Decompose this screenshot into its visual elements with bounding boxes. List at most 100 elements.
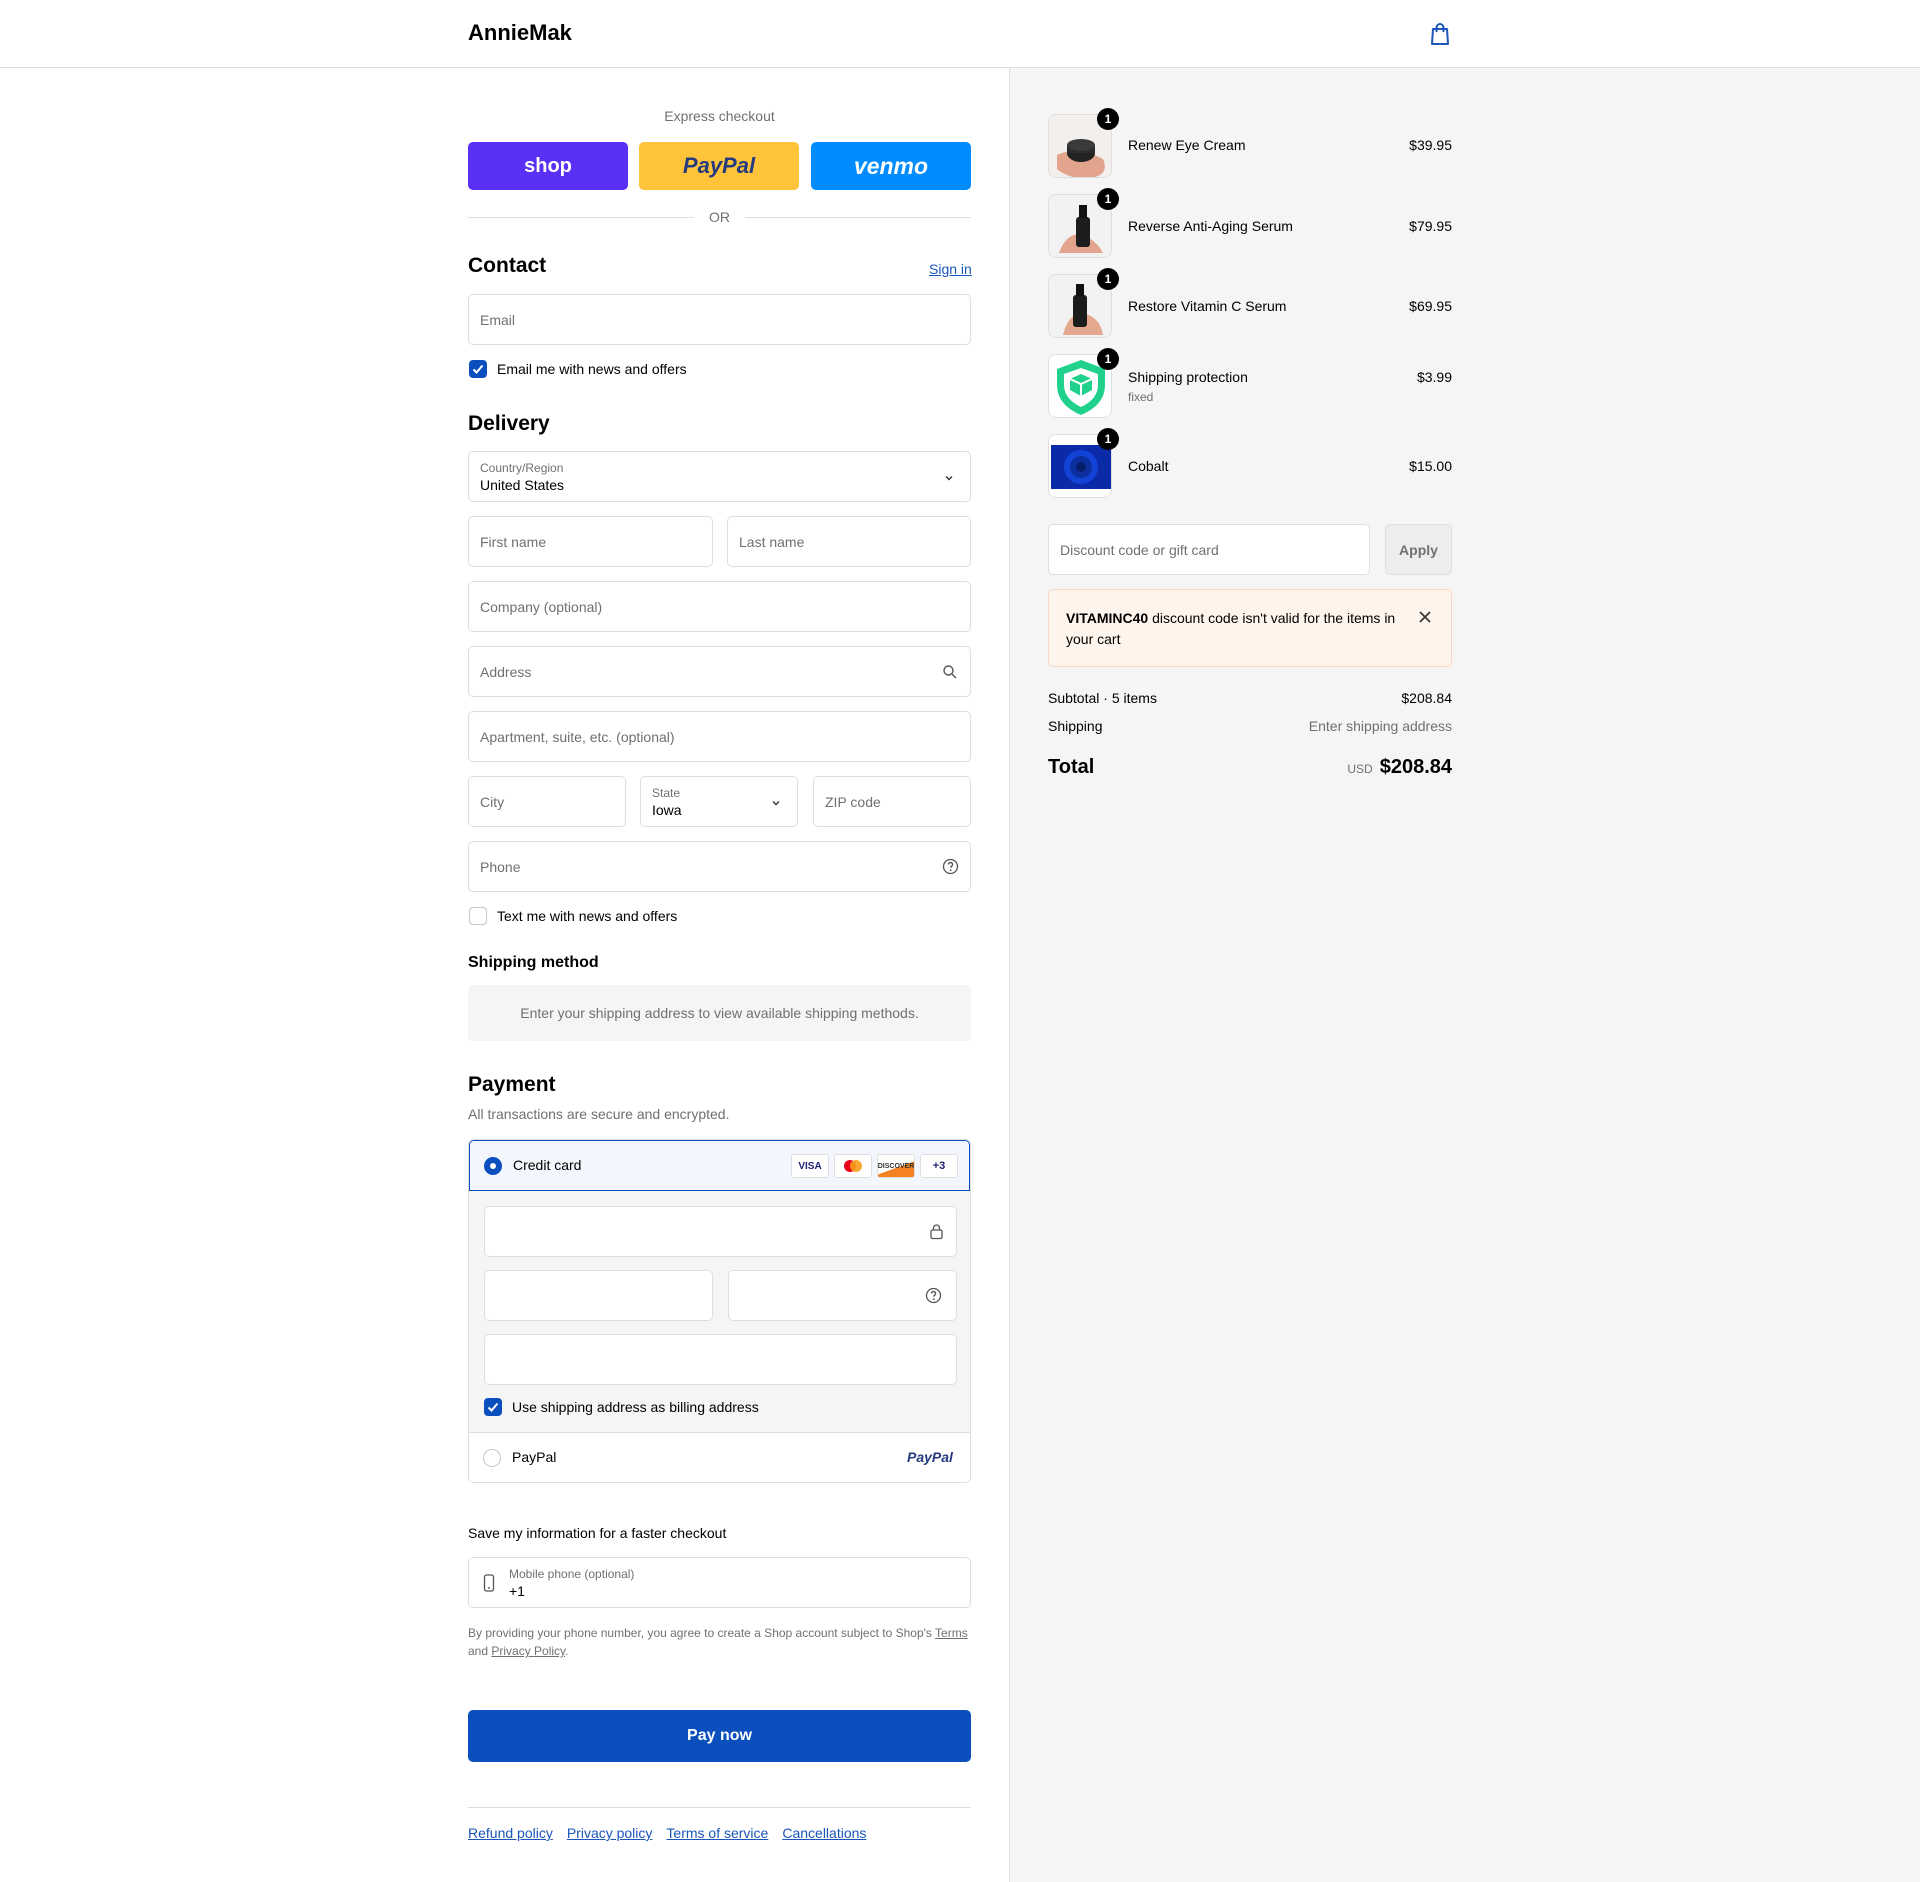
paypal-radio[interactable] <box>483 1449 501 1467</box>
item-name: Restore Vitamin C Serum <box>1128 298 1287 314</box>
state-select[interactable]: State Iowa <box>640 776 798 827</box>
express-checkout-title: Express checkout <box>664 108 775 124</box>
quantity-badge: 1 <box>1097 108 1119 130</box>
close-icon[interactable] <box>1418 610 1432 624</box>
shop-pay-button[interactable]: shop <box>468 142 628 190</box>
item-name: Shipping protection <box>1128 369 1248 385</box>
privacy-policy-link[interactable]: Privacy Policy <box>491 1644 565 1658</box>
security-code-field[interactable] <box>728 1270 957 1321</box>
email-placeholder: Email <box>480 312 516 328</box>
payment-subtitle: All transactions are secure and encrypte… <box>468 1106 730 1122</box>
payment-heading: Payment <box>468 1073 556 1096</box>
state-value: Iowa <box>652 802 682 818</box>
quantity-badge: 1 <box>1097 348 1119 370</box>
store-logo[interactable]: AnnieMak <box>468 20 572 46</box>
venmo-label: venmo <box>853 152 929 179</box>
cancellations-link[interactable]: Cancellations <box>782 1825 866 1841</box>
sign-in-link[interactable]: Sign in <box>929 261 972 277</box>
check-icon <box>487 1402 499 1412</box>
shipping-value: Enter shipping address <box>1308 718 1452 734</box>
mobile-phone-field[interactable]: Mobile phone (optional) +1 <box>468 1557 971 1608</box>
item-name: Reverse Anti-Aging Serum <box>1128 218 1293 234</box>
paypal-option[interactable]: PayPal PayPal <box>469 1433 970 1482</box>
country-value: United States <box>480 477 565 493</box>
subtotal-value: $208.84 <box>1401 690 1452 706</box>
mobile-phone-label: Mobile phone (optional) <box>509 1567 635 1581</box>
chevron-down-icon <box>772 801 780 806</box>
text-news-label: Text me with news and offers <box>497 908 678 924</box>
pay-now-button[interactable]: Pay now <box>468 1710 971 1762</box>
pay-now-label: Pay now <box>687 1727 752 1744</box>
paypal-express-button[interactable]: PayPal <box>639 142 799 190</box>
chevron-down-icon <box>945 476 953 481</box>
expiration-date-field[interactable] <box>484 1270 713 1321</box>
subtotal-label: Subtotal · 5 items <box>1048 690 1157 706</box>
paypal-logo: PayPal <box>907 1449 953 1465</box>
mastercard-icon <box>834 1154 872 1178</box>
apply-discount-button[interactable]: Apply <box>1385 524 1452 575</box>
apartment-field[interactable]: Apartment, suite, etc. (optional) <box>468 711 971 762</box>
shop-pay-label: shop <box>524 154 572 177</box>
discount-error-message: VITAMINC40 discount code isn't valid for… <box>1066 608 1396 650</box>
zip-field[interactable]: ZIP code <box>813 776 971 827</box>
footer-divider <box>468 1807 971 1808</box>
discount-code-field[interactable]: Discount code or gift card <box>1048 524 1370 575</box>
discount-error-banner: VITAMINC40 discount code isn't valid for… <box>1048 589 1452 667</box>
save-info-title: Save my information for a faster checkou… <box>468 1525 727 1541</box>
country-label: Country/Region <box>480 461 564 475</box>
quantity-badge: 1 <box>1097 268 1119 290</box>
card-number-field[interactable] <box>484 1206 957 1257</box>
first-name-field[interactable]: First name <box>468 516 713 567</box>
quantity-badge: 1 <box>1097 188 1119 210</box>
country-select[interactable]: Country/Region United States <box>468 451 971 502</box>
terms-link[interactable]: Terms <box>935 1626 968 1640</box>
or-divider: OR <box>468 207 971 227</box>
item-variant: fixed <box>1128 390 1154 404</box>
error-code: VITAMINC40 <box>1066 610 1149 626</box>
state-label: State <box>652 786 681 800</box>
credit-card-radio[interactable] <box>484 1157 502 1175</box>
help-icon[interactable] <box>925 1287 942 1304</box>
email-news-checkbox[interactable] <box>469 360 487 378</box>
credit-card-option[interactable]: Credit card VISA DISCOVER +3 <box>469 1140 970 1191</box>
billing-address-label: Use shipping address as billing address <box>512 1399 759 1415</box>
privacy-policy-footer-link[interactable]: Privacy policy <box>567 1825 653 1841</box>
legal-text: By providing your phone number, you agre… <box>468 1626 936 1640</box>
discover-icon: DISCOVER <box>877 1154 915 1178</box>
billing-address-checkbox[interactable] <box>484 1398 502 1416</box>
credit-card-label: Credit card <box>513 1157 582 1173</box>
total-value: $208.84 <box>1379 756 1452 778</box>
shopping-bag-icon[interactable] <box>1429 22 1451 46</box>
first-name-placeholder: First name <box>480 534 547 550</box>
header: AnnieMak <box>0 0 1920 68</box>
delivery-heading: Delivery <box>468 412 550 435</box>
name-on-card-field[interactable] <box>484 1334 957 1385</box>
mobile-phone-value: +1 <box>509 1583 525 1599</box>
address-field[interactable]: Address <box>468 646 971 697</box>
help-icon[interactable] <box>942 858 959 875</box>
shop-legal-text: By providing your phone number, you agre… <box>468 1624 971 1660</box>
venmo-button[interactable]: venmo <box>811 142 971 190</box>
phone-field[interactable]: Phone <box>468 841 971 892</box>
shipping-method-notice: Enter your shipping address to view avai… <box>468 985 971 1041</box>
item-price: $69.95 <box>1409 298 1452 314</box>
city-field[interactable]: City <box>468 776 626 827</box>
terms-of-service-link[interactable]: Terms of service <box>666 1825 768 1841</box>
last-name-placeholder: Last name <box>739 534 805 550</box>
company-placeholder: Company (optional) <box>480 599 603 615</box>
shipping-method-message: Enter your shipping address to view avai… <box>520 1005 919 1021</box>
company-field[interactable]: Company (optional) <box>468 581 971 632</box>
refund-policy-link[interactable]: Refund policy <box>468 1825 553 1841</box>
mobile-phone-icon <box>483 1574 495 1592</box>
last-name-field[interactable]: Last name <box>727 516 971 567</box>
email-field[interactable]: Email <box>468 294 971 345</box>
item-price: $79.95 <box>1409 218 1452 234</box>
item-name: Cobalt <box>1128 458 1169 474</box>
discount-code-placeholder: Discount code or gift card <box>1060 542 1219 558</box>
paypal-option-label: PayPal <box>512 1449 557 1465</box>
footer-links: Refund policy Privacy policy Terms of se… <box>468 1825 866 1841</box>
credit-card-form: Use shipping address as billing address <box>469 1191 970 1433</box>
lock-icon <box>930 1224 943 1240</box>
text-news-checkbox[interactable] <box>469 907 487 925</box>
apartment-placeholder: Apartment, suite, etc. (optional) <box>480 729 675 745</box>
